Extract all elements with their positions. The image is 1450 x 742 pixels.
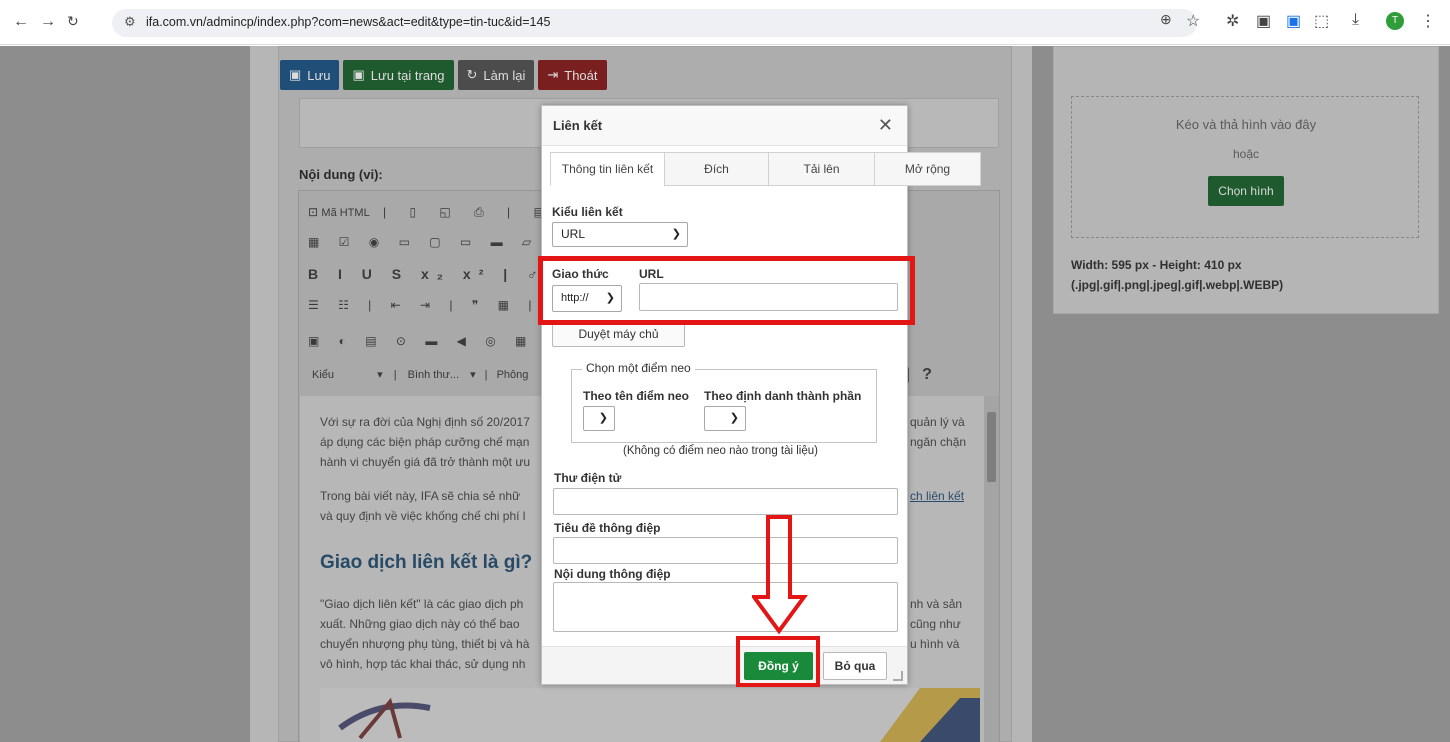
save-icon: ▣ [352, 67, 365, 82]
reload-icon[interactable]: ↻ [67, 13, 79, 30]
reset-label: Làm lại [483, 67, 526, 83]
content-heading: Giao dịch liên kết là gì? [320, 552, 533, 573]
content-text: và quy định về việc khống chế chi phí l [320, 509, 526, 523]
content-text: Với sự ra đời của Nghị định số 20/2017 [320, 415, 530, 429]
tab-advanced[interactable]: Mở rộng [874, 152, 981, 186]
download-icon[interactable]: ⤓ [1352, 11, 1359, 29]
chevron-down-icon[interactable]: ▾ [377, 369, 383, 381]
resize-handle-icon[interactable] [893, 671, 903, 681]
url-text: ifa.com.vn/admincp/index.php?com=news&ac… [146, 15, 551, 29]
save-stay-label: Lưu tại trang [370, 67, 445, 83]
content-text: hành vi chuyển giá đã trở thành một ưu [320, 455, 531, 469]
image-dropzone[interactable]: Kéo và thả hình vào đây hoặc Chọn hình [1071, 96, 1419, 238]
anchor-name-select[interactable]: ❯ [583, 406, 615, 431]
dialog-tabs: Thông tin liên kết Đích Tải lên Mở rộng [550, 152, 981, 186]
tab-target[interactable]: Đích [664, 152, 769, 186]
subject-label: Tiêu đề thông điệp [554, 521, 661, 535]
content-text: ngăn chặn [910, 435, 967, 449]
chevron-down-icon: ❯ [729, 412, 739, 424]
save-stay-button[interactable]: ▣ Lưu tại trang [343, 60, 454, 90]
bookmark-star-icon[interactable]: ☆ [1186, 11, 1200, 31]
email-label: Thư điện tử [554, 471, 622, 485]
menu-kebab-icon[interactable]: ⋮ [1420, 11, 1436, 31]
dialog-titlebar[interactable]: Liên kết ✕ [542, 106, 907, 146]
extension-s-icon[interactable]: ▣ [1256, 11, 1271, 31]
browse-server-button[interactable]: Duyệt máy chủ [552, 322, 685, 347]
save-button[interactable]: ▣ Lưu [280, 60, 340, 90]
reset-button[interactable]: ↻ Làm lại [457, 60, 535, 90]
site-info-icon[interactable]: ⚙ [124, 14, 136, 30]
content-text: vô hình, hợp tác khai thác, sử dụng nh [320, 657, 526, 671]
source-label[interactable]: Mã HTML [321, 207, 369, 219]
save-icon: ▣ [289, 67, 302, 82]
anchor-legend: Chọn một điểm neo [582, 361, 695, 375]
highlight-box-url-row [538, 256, 915, 325]
message-body-textarea[interactable] [553, 582, 898, 632]
exit-label: Thoát [564, 67, 598, 83]
browser-toolbar: ← → ↻ ⚙ ifa.com.vn/admincp/index.php?com… [0, 0, 1450, 45]
format-dropdown[interactable]: Bình thư... [408, 369, 459, 381]
editor-scrollbar[interactable] [984, 396, 999, 742]
dialog-title: Liên kết [553, 118, 603, 133]
content-text: nh và sản [910, 597, 963, 611]
chevron-down-icon: ❯ [671, 228, 681, 240]
editor-toolbar-row-5[interactable]: ▣ ◐ ▤ ⊙ ▬ ◀ ◎ ▦ ÷ [308, 334, 560, 348]
help-button[interactable]: |? [906, 366, 932, 384]
style-dropdown[interactable]: Kiểu [312, 369, 334, 381]
subject-input[interactable] [553, 537, 898, 564]
element-id-select[interactable]: ❯ [704, 406, 746, 431]
scrollbar-thumb[interactable] [987, 412, 996, 482]
source-icon[interactable]: ⊡ [308, 205, 318, 219]
content-label: Nội dung (vi): [299, 167, 383, 182]
link-type-select[interactable]: URL ❯ [552, 222, 688, 247]
content-text: cũng như [910, 617, 961, 631]
anchor-name-label: Theo tên điểm neo [583, 389, 690, 403]
zoom-icon[interactable]: ⊕ [1160, 11, 1172, 28]
back-icon[interactable]: ← [13, 13, 29, 31]
content-text: "Giao dịch liên kết" là các giao dịch ph [320, 597, 524, 611]
element-id-label: Theo định danh thành phần [704, 389, 862, 403]
dropzone-text: Kéo và thả hình vào đây [1175, 117, 1317, 132]
message-body-label: Nội dung thông điệp [554, 567, 671, 581]
exit-button[interactable]: ⇥ Thoát [538, 60, 607, 90]
content-text: xuất. Những giao dịch này có thể bao [320, 617, 520, 631]
content-text: Trong bài viết này, IFA sẽ chia sẻ nhữ [320, 489, 521, 503]
image-dimensions: Width: 595 px - Height: 410 px [1071, 258, 1242, 272]
choose-image-button[interactable]: Chọn hình [1208, 176, 1284, 206]
link-type-value: URL [561, 227, 586, 241]
redo-icon: ↻ [466, 67, 478, 82]
content-text: u hình và [910, 637, 960, 651]
content-text: chuyển nhượng phụ tùng, thiết bị và hà [320, 637, 530, 651]
close-icon[interactable]: ✕ [878, 115, 893, 136]
extensions-puzzle-icon[interactable]: ⬚ [1314, 11, 1329, 31]
editor-toolbar-row-6: Kiểu ▾ | Bình thư... ▾ | Phông [312, 369, 529, 381]
content-link[interactable]: ch liên kết [910, 486, 964, 506]
extension-gear-icon[interactable]: ✲ [1226, 11, 1239, 31]
chevron-down-icon[interactable]: ▾ [470, 369, 476, 381]
ifa-logo-image [338, 688, 980, 742]
highlight-box-ok [736, 636, 820, 687]
image-formats: (.jpg|.gif|.png|.jpeg|.gif|.webp|.WEBP) [1071, 278, 1284, 292]
down-arrow-annotation-icon [752, 515, 808, 635]
address-bar[interactable]: ⚙ ifa.com.vn/admincp/index.php?com=news&… [112, 9, 1197, 37]
dropzone-or-text: hoặc [1232, 147, 1260, 161]
editor-toolbar-row-2[interactable]: ▦ ☑ ◉ ▭ ▢ ▭ ▬ ▱ [308, 235, 539, 249]
font-dropdown[interactable]: Phông [497, 369, 529, 381]
sign-out-icon: ⇥ [547, 67, 559, 82]
chevron-down-icon: ❯ [598, 412, 608, 424]
email-input[interactable] [553, 488, 898, 515]
content-image [320, 688, 980, 742]
tab-link-info[interactable]: Thông tin liên kết [550, 152, 665, 186]
cancel-button[interactable]: Bỏ qua [823, 652, 887, 680]
forward-icon[interactable]: → [40, 13, 56, 31]
content-text: áp dụng các biện pháp cưỡng chế mạn [320, 435, 530, 449]
no-anchor-note: (Không có điểm neo nào trong tài liệu) [623, 445, 818, 457]
profile-avatar[interactable]: T [1386, 12, 1404, 30]
tab-upload[interactable]: Tải lên [768, 152, 875, 186]
content-text: quản lý và [910, 415, 965, 429]
save-label: Lưu [307, 67, 331, 83]
link-type-label: Kiểu liên kết [552, 205, 623, 219]
action-toolbar: ▣ Lưu ▣ Lưu tại trang ↻ Làm lại ⇥ Thoát [280, 60, 607, 90]
extension-blue-icon[interactable]: ▣ [1286, 11, 1301, 31]
